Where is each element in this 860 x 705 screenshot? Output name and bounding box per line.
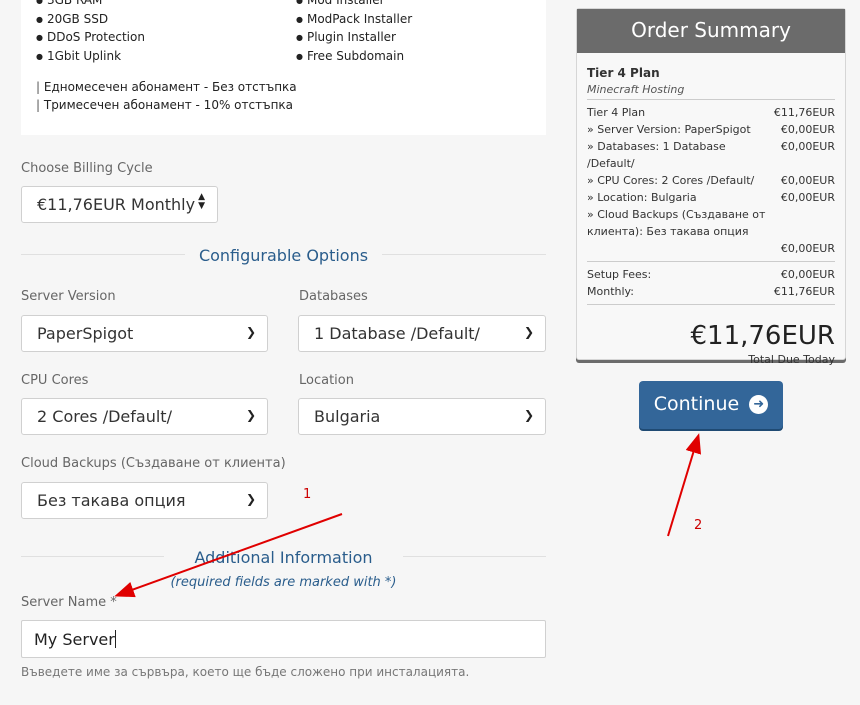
annotation-arrows: [114, 433, 702, 598]
annotation-label-1: 1: [303, 487, 312, 502]
annotation-label-2: 2: [694, 518, 703, 533]
annotation-arrow-1: [114, 513, 343, 598]
